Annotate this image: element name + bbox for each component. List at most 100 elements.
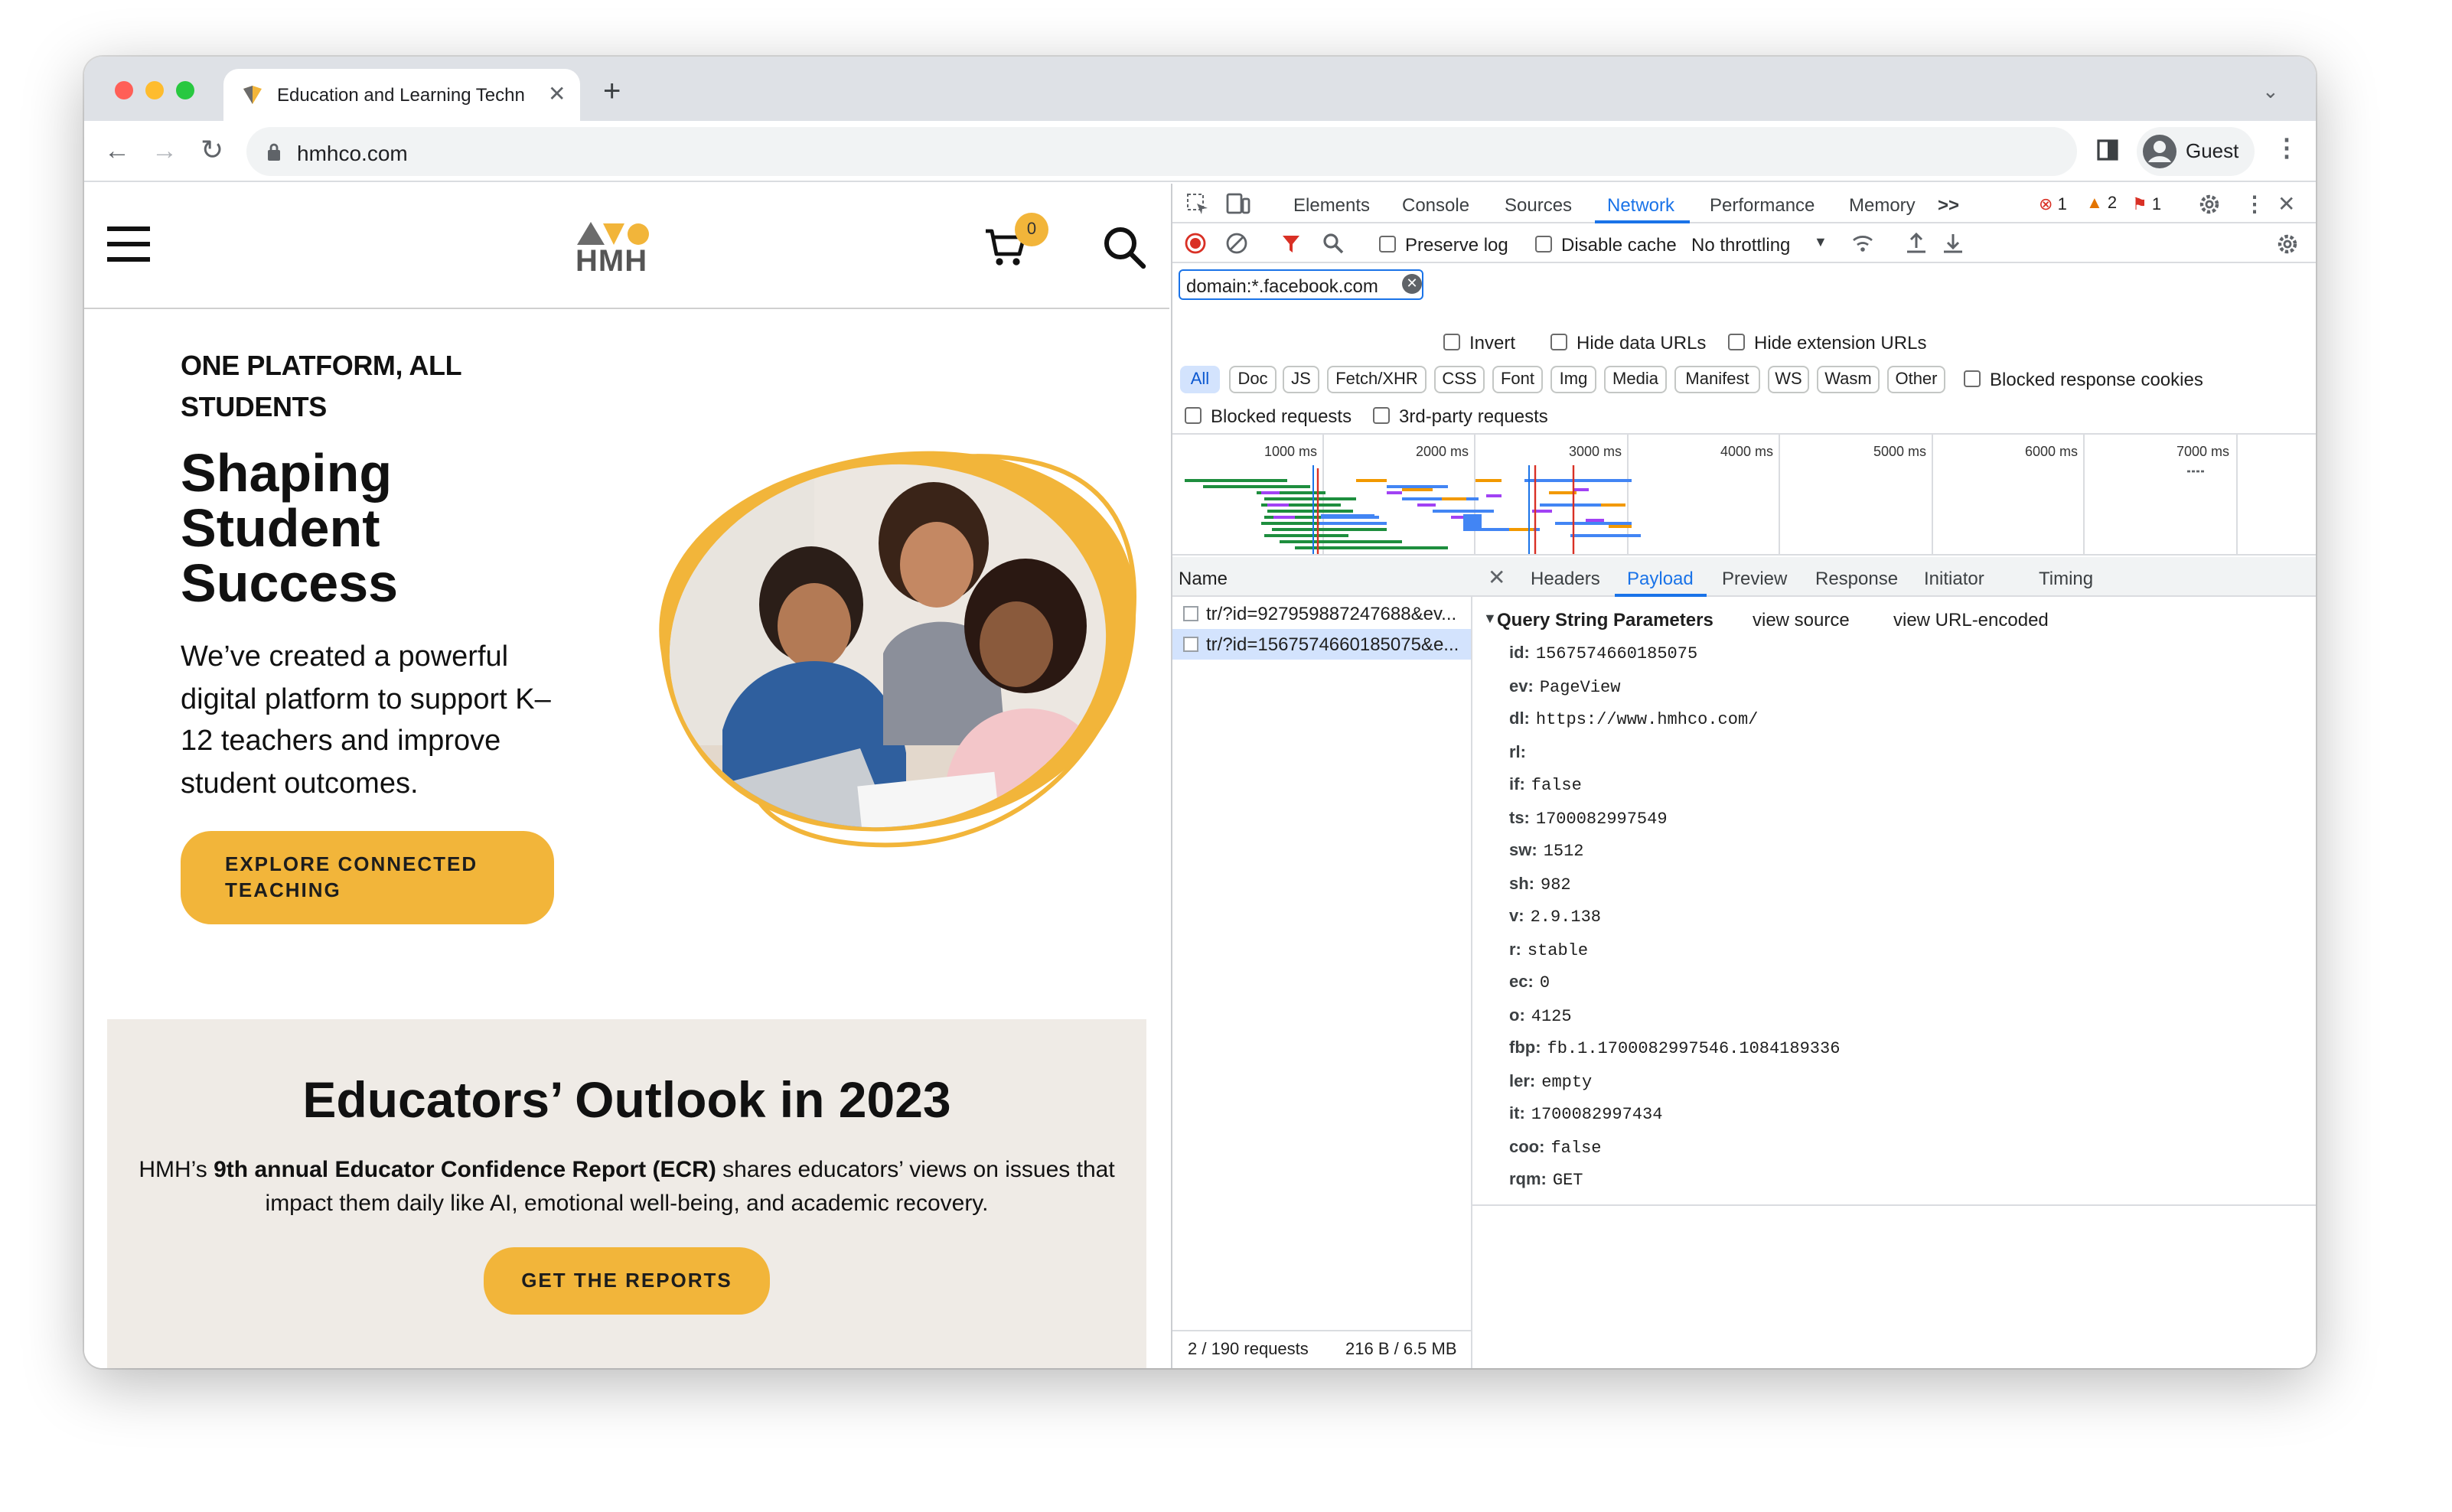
error-icon: ⊗ [2039,196,2053,214]
tab-response[interactable]: Response [1815,568,1898,589]
invert-checkbox[interactable] [1443,334,1460,350]
request-count: 2 / 190 requests [1188,1341,1309,1359]
query-param-value: 1567574660185075 [1535,646,1698,664]
view-url-encoded-link[interactable]: view URL-encoded [1893,609,2049,631]
maximize-window-button[interactable] [176,81,194,99]
third-party-requests-checkbox[interactable] [1373,407,1390,424]
profile-button[interactable]: Guest [2137,127,2255,176]
export-har-icon[interactable] [1942,233,1964,254]
site-favicon-icon [243,86,262,104]
query-param-row: dl: https://www.hmhco.com/ [1509,710,1758,730]
explore-connected-teaching-button[interactable]: EXPLORE CONNECTED TEACHING [181,831,554,924]
browser-tab[interactable]: Education and Learning Techn ✕ [223,69,580,121]
new-tab-icon[interactable]: + [603,77,621,107]
filter-chip-doc[interactable]: Doc [1229,366,1277,393]
tab-headers[interactable]: Headers [1531,568,1600,589]
issue-flag-icon: ⚑ [2132,196,2147,214]
filter-icon[interactable] [1281,234,1301,254]
filter-chip-wasm[interactable]: Wasm [1817,366,1880,393]
device-toolbar-icon[interactable] [1226,193,1250,214]
query-param-key: it: [1509,1105,1525,1123]
minimize-window-button[interactable] [145,81,164,99]
tab-search-chevron-icon[interactable]: ⌄ [2262,81,2279,101]
throttling-dropdown-icon[interactable]: ▼ [1814,234,1828,249]
import-har-icon[interactable] [1906,233,1927,254]
filter-chip-all[interactable]: All [1180,366,1220,393]
filter-chip-fetch-xhr[interactable]: Fetch/XHR [1327,366,1427,393]
query-param-value: 0 [1539,975,1550,993]
view-source-link[interactable]: view source [1753,609,1850,631]
get-the-reports-button[interactable]: GET THE REPORTS [484,1247,770,1315]
blocked-response-cookies-checkbox[interactable] [1964,370,1981,387]
clear-filter-icon[interactable]: ✕ [1402,274,1422,294]
request-row-selected[interactable]: tr/?id=1567574660185075&e... [1172,629,1471,660]
devtools-menu-icon[interactable]: ⋮ [2244,191,2265,217]
filter-chip-img[interactable]: Img [1550,366,1596,393]
filter-chip-manifest[interactable]: Manifest [1674,366,1760,393]
hide-extension-urls-checkbox[interactable] [1728,334,1745,350]
query-param-row: r: stable [1509,940,1588,960]
filter-chip-js[interactable]: JS [1283,366,1319,393]
search-network-icon[interactable] [1322,233,1344,254]
filter-chip-media[interactable]: Media [1604,366,1667,393]
inspect-element-icon[interactable] [1186,193,1209,216]
tab-elements[interactable]: Elements [1293,194,1370,216]
reload-icon[interactable]: ↻ [201,136,223,164]
blocked-requests-checkbox[interactable] [1185,407,1202,424]
tab-preview[interactable]: Preview [1722,568,1787,589]
side-panel-icon[interactable] [2097,139,2118,161]
error-count[interactable]: ⊗ 1 [2039,194,2067,214]
settings-gear-icon[interactable] [2198,193,2221,216]
network-conditions-icon[interactable] [1850,233,1875,254]
more-tabs-icon[interactable]: >> [1938,194,1959,216]
clear-icon[interactable] [1226,233,1247,254]
warning-icon: ▲ [2086,194,2103,213]
record-stop-icon[interactable] [1185,233,1206,254]
promo-title: Educators’ Outlook in 2023 [302,1071,951,1128]
filter-chip-ws[interactable]: WS [1768,366,1809,393]
tab-payload[interactable]: Payload [1627,568,1694,589]
forward-arrow-icon[interactable]: → [152,138,178,164]
query-param-row: fbp: fb.1.1700082997546.1084189336 [1509,1039,1840,1059]
query-param-value: PageView [1539,679,1621,697]
issues-count[interactable]: ⚑ 1 [2132,194,2161,214]
cart-count-badge: 0 [1015,213,1048,246]
tab-sources[interactable]: Sources [1505,194,1572,216]
close-details-icon[interactable]: ✕ [1488,565,1505,591]
tab-initiator[interactable]: Initiator [1924,568,1984,589]
network-settings-gear-icon[interactable] [2276,233,2299,256]
address-bar[interactable]: hmhco.com [246,127,2077,176]
throttling-select[interactable]: No throttling [1691,234,1790,256]
query-param-value: 1512 [1543,843,1584,862]
tab-console[interactable]: Console [1402,194,1469,216]
filter-chip-font[interactable]: Font [1492,366,1543,393]
close-devtools-icon[interactable]: ✕ [2278,191,2295,217]
collapse-triangle-icon[interactable]: ▼ [1483,611,1497,626]
search-icon[interactable] [1104,226,1146,269]
filter-chip-css[interactable]: CSS [1434,366,1485,393]
network-overview-timeline[interactable]: 1000 ms 2000 ms 3000 ms 4000 ms 5000 ms … [1172,433,2316,556]
close-window-button[interactable] [115,81,133,99]
tab-network[interactable]: Network [1607,194,1674,216]
name-column-header[interactable]: Name [1179,568,1228,589]
query-param-key: coo: [1509,1138,1545,1156]
preserve-log-checkbox[interactable] [1379,236,1396,253]
query-param-row: rqm: GET [1509,1171,1583,1191]
back-arrow-icon[interactable]: ← [104,138,130,164]
filter-chip-other[interactable]: Other [1887,366,1945,393]
tab-timing[interactable]: Timing [2039,568,2093,589]
disable-cache-checkbox[interactable] [1535,236,1552,253]
tab-memory[interactable]: Memory [1849,194,1916,216]
close-tab-icon[interactable]: ✕ [548,83,566,104]
hero-lead-text: We’ve created a powerful digital platfor… [181,641,551,800]
chrome-menu-icon[interactable]: ⋮ [2274,137,2299,162]
tab-performance[interactable]: Performance [1710,194,1815,216]
site-logo-text[interactable]: HMH [576,245,647,280]
timeline-waterfall-bars [1185,465,2204,554]
warning-count[interactable]: ▲ 2 [2086,194,2117,213]
filter-input[interactable]: domain:*.facebook.com ✕ [1179,269,1423,300]
query-string-section-title[interactable]: Query String Parameters [1497,609,1713,631]
hmh-logo-mark-icon [577,222,649,245]
hide-data-urls-checkbox[interactable] [1550,334,1567,350]
request-row[interactable]: tr/?id=927959887247688&ev... [1172,598,1471,629]
